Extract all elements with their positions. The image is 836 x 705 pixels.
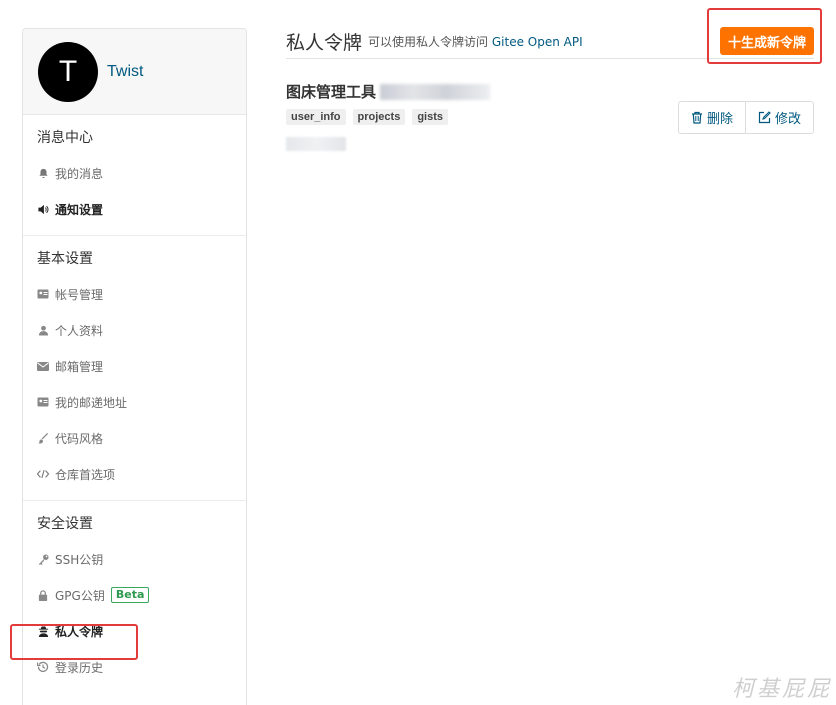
edit-icon: [758, 111, 771, 124]
scope-tag: gists: [412, 109, 448, 125]
sidebar-item-notification-settings[interactable]: 通知设置: [23, 191, 246, 227]
sidebar-item-gpg-keys[interactable]: GPG公钥 Beta: [23, 577, 246, 613]
description-text: 可以使用私人令牌访问: [368, 34, 489, 49]
token-name: 图床管理工具: [286, 83, 377, 101]
delete-token-button[interactable]: 删除: [679, 102, 745, 133]
sidebar-item-label: 帐号管理: [55, 287, 104, 302]
section-basic: 基本设置 帐号管理 个人资料 邮箱管理 我的邮递地址 代码风格 仓库首选项: [23, 236, 246, 501]
address-card-icon: [37, 396, 49, 408]
code-icon: [37, 468, 49, 480]
user-icon: [37, 324, 49, 336]
section-title: 安全设置: [37, 516, 93, 532]
edit-token-button[interactable]: 修改: [744, 102, 813, 133]
beta-badge: Beta: [110, 587, 150, 603]
key-icon: [37, 553, 49, 565]
page-description: 可以使用私人令牌访问 Gitee Open API: [368, 33, 583, 50]
sidebar-item-account[interactable]: 帐号管理: [23, 276, 246, 312]
mail-icon: [37, 360, 49, 372]
sidebar-item-label: 仓库首选项: [55, 467, 116, 482]
sidebar-item-profile[interactable]: 个人资料: [23, 312, 246, 348]
lock-icon: [37, 589, 49, 601]
history-icon: [37, 661, 49, 673]
sidebar-item-my-messages[interactable]: 我的消息: [23, 155, 246, 191]
username-link[interactable]: Twist: [107, 63, 143, 81]
scope-tag: user_info: [286, 109, 346, 125]
bell-icon: [37, 167, 49, 179]
sidebar-item-label: 邮箱管理: [55, 359, 104, 374]
volume-icon: [37, 203, 49, 215]
section-security: 安全设置 SSH公钥 GPG公钥 Beta 私人令牌 登录历史: [23, 501, 246, 693]
page-title: 私人令牌: [286, 31, 363, 54]
profile-header: T Twist: [23, 29, 246, 115]
trash-icon: [691, 111, 702, 124]
settings-sidebar: T Twist 消息中心 我的消息 通知设置 基本设置 帐号管理 个人资料 邮箱…: [22, 28, 247, 705]
sidebar-item-ssh-keys[interactable]: SSH公钥: [23, 541, 246, 577]
sidebar-item-repo-prefs[interactable]: 仓库首选项: [23, 456, 246, 492]
scope-tag: projects: [352, 109, 406, 125]
watermark: 柯基屁屁: [731, 677, 832, 702]
sidebar-item-label: 个人资料: [55, 323, 104, 338]
brush-icon: [37, 432, 49, 444]
highlight-generate-button: [707, 8, 822, 64]
token-title: 图床管理工具: [286, 81, 814, 102]
sidebar-item-address[interactable]: 我的邮递地址: [23, 384, 246, 420]
id-card-icon: [37, 288, 49, 300]
avatar[interactable]: T: [38, 41, 98, 102]
sidebar-item-label: 通知设置: [55, 202, 104, 217]
open-api-link[interactable]: Gitee Open API: [492, 35, 583, 49]
sidebar-item-label: 我的邮递地址: [55, 395, 128, 410]
delete-label: 删除: [706, 112, 733, 127]
sidebar-item-label: 我的消息: [55, 166, 104, 181]
token-item: 图床管理工具 user_info projects gists 删除 修改: [286, 81, 814, 151]
sidebar-item-label: 登录历史: [55, 660, 104, 675]
section-messages: 消息中心 我的消息 通知设置: [23, 115, 246, 236]
highlight-private-token-nav: [10, 624, 138, 660]
sidebar-item-label: 代码风格: [55, 431, 104, 446]
redacted-token-name: [380, 83, 491, 100]
section-title: 消息中心: [37, 130, 93, 146]
sidebar-item-label: GPG公钥: [55, 588, 105, 603]
section-title: 基本设置: [37, 251, 93, 267]
sidebar-item-label: SSH公钥: [55, 552, 104, 567]
token-actions: 删除 修改: [677, 101, 814, 134]
edit-label: 修改: [774, 112, 801, 127]
sidebar-item-email[interactable]: 邮箱管理: [23, 348, 246, 384]
redacted-token-date: [286, 137, 346, 151]
sidebar-item-code-style[interactable]: 代码风格: [23, 420, 246, 456]
